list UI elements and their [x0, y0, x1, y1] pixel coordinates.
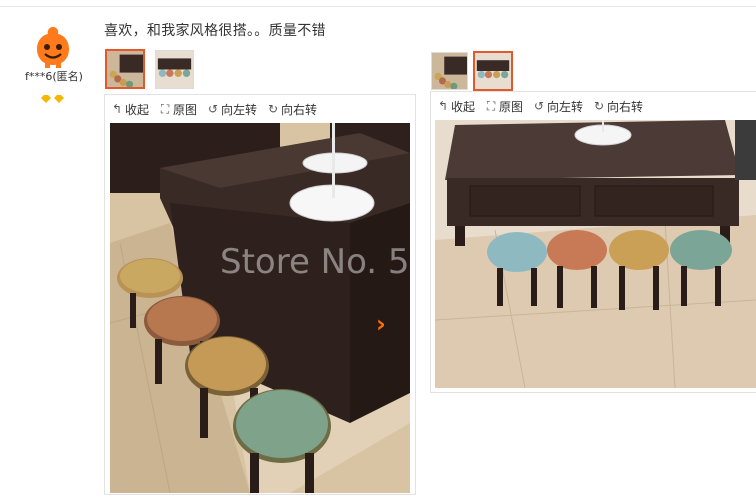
rotate-left-button[interactable]: ↺ 向左转	[207, 101, 257, 118]
original-image-button[interactable]: ⛶ 原图	[485, 98, 523, 115]
rotate-right-icon: ↻	[268, 102, 279, 116]
thumbnail-2[interactable]	[473, 51, 513, 91]
rotate-right-button[interactable]: ↻ 向右转	[267, 101, 317, 118]
viewer-toolbar: ↰ 收起 ⛶ 原图 ↺ 向左转 ↻ 向右转	[437, 96, 643, 116]
store-watermark: Store No. 506	[220, 242, 410, 282]
rotate-left-icon: ↺	[208, 102, 219, 116]
rotate-right-label: 向右转	[281, 102, 318, 117]
rotate-left-button[interactable]: ↺ 向左转	[533, 98, 583, 115]
rotate-right-button[interactable]: ↻ 向右转	[593, 98, 643, 115]
rotate-right-label: 向右转	[607, 99, 644, 114]
reviewer-name[interactable]: f***6(匿名)	[14, 68, 94, 84]
collapse-icon: ↰	[111, 102, 123, 116]
review-text: 喜欢，和我家风格很搭。。质量不错	[104, 23, 326, 39]
top-divider	[0, 6, 756, 7]
original-image-icon: ⛶	[486, 98, 496, 113]
review-photo-1[interactable]: Store No. 506	[110, 123, 410, 493]
thumbnail-1[interactable]	[105, 49, 145, 89]
collapse-button[interactable]: ↰ 收起	[437, 98, 475, 115]
rotate-left-icon: ↺	[534, 99, 545, 113]
rotate-left-label: 向左转	[221, 102, 258, 117]
original-image-button[interactable]: ⛶ 原图	[159, 101, 197, 118]
original-image-label: 原图	[173, 102, 198, 117]
thumbnail-1[interactable]	[431, 52, 468, 90]
collapse-icon: ↰	[437, 99, 449, 113]
original-image-label: 原图	[499, 99, 524, 114]
collapse-label: 收起	[125, 102, 150, 117]
collapse-button[interactable]: ↰ 收起	[111, 101, 149, 118]
rotate-right-icon: ↻	[594, 99, 605, 113]
next-image-arrow-icon[interactable]: ›	[370, 312, 392, 336]
viewer-toolbar: ↰ 收起 ⛶ 原图 ↺ 向左转 ↻ 向右转	[111, 99, 317, 119]
original-image-icon: ⛶	[160, 101, 170, 116]
thumbnail-2[interactable]	[155, 50, 194, 89]
review-photo-2[interactable]	[435, 120, 756, 388]
reviewer-avatar[interactable]	[31, 25, 75, 69]
orange-mascot-avatar-icon	[37, 27, 69, 68]
gold-diamond-level-icon	[40, 89, 66, 103]
collapse-label: 收起	[451, 99, 476, 114]
rotate-left-label: 向左转	[547, 99, 584, 114]
